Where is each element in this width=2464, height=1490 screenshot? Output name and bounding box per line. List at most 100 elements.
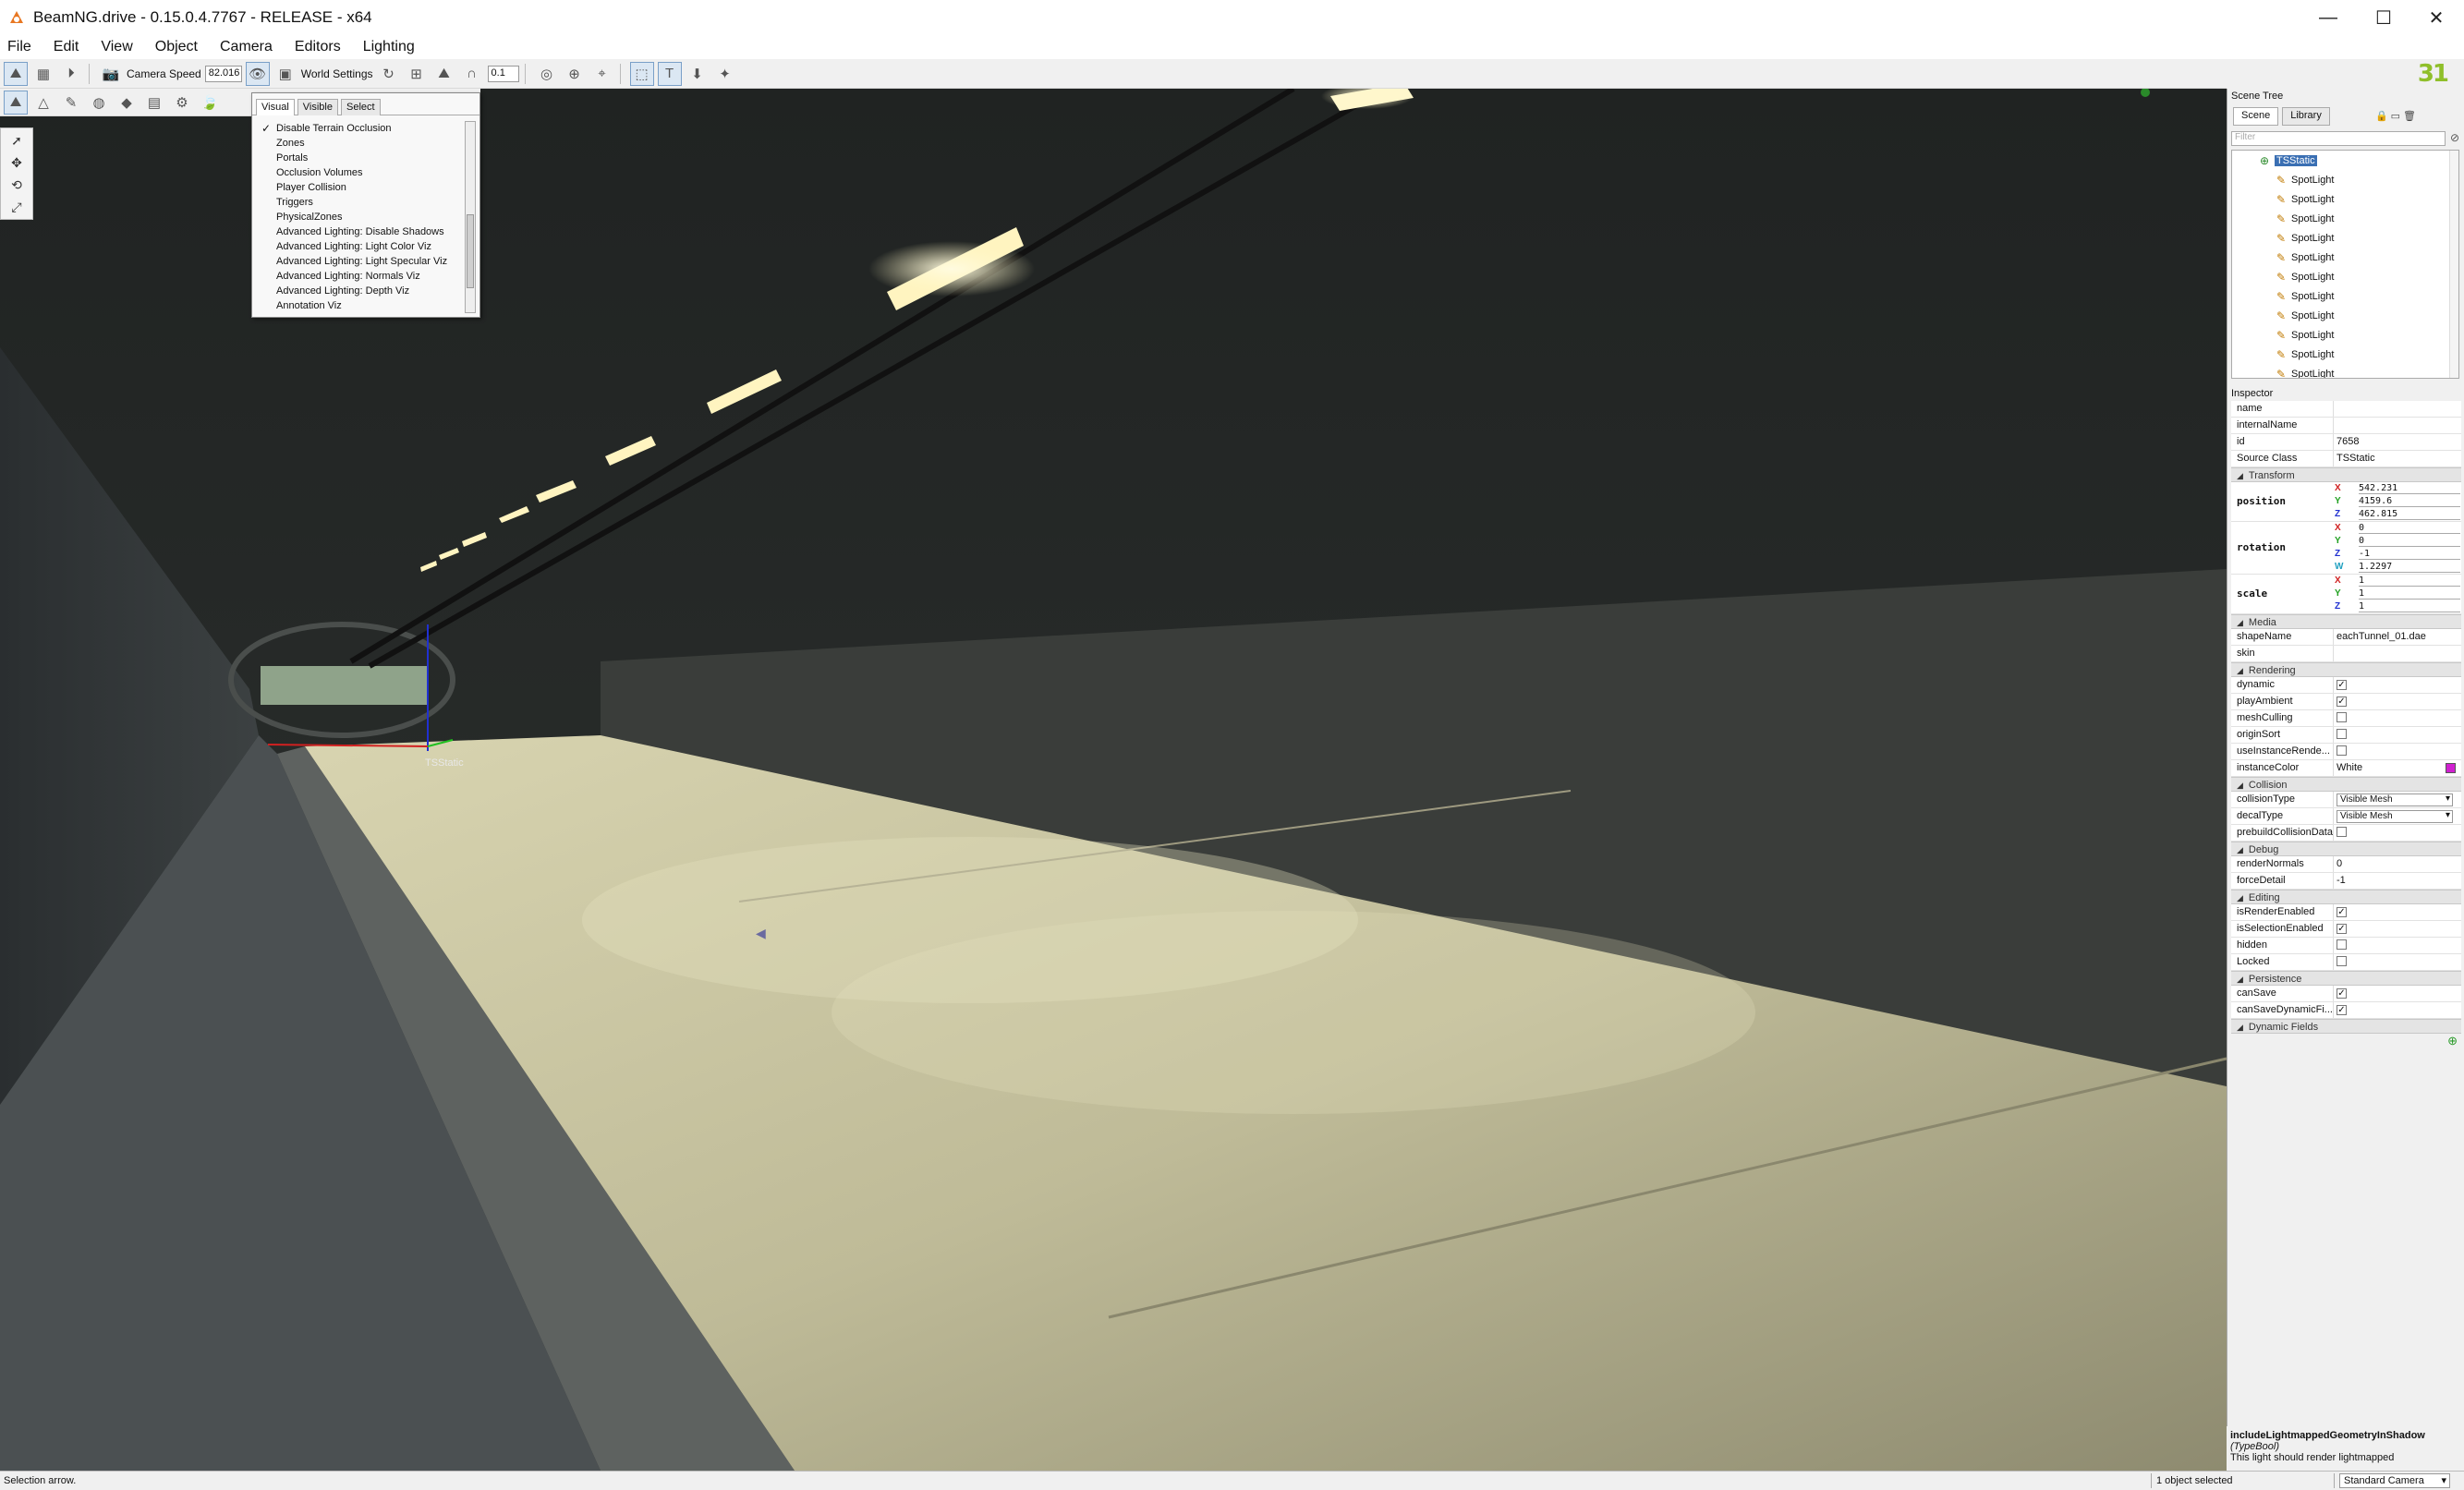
tab-scene[interactable]: Scene [2233, 107, 2279, 126]
maximize-button[interactable]: ☐ [2356, 0, 2411, 35]
visual-option[interactable]: Advanced Lighting: Light Color Viz [258, 239, 465, 254]
scale-tool-icon[interactable]: ⤢ [5, 197, 29, 217]
inspector-section-header[interactable]: ◢ Transform [2231, 467, 2461, 482]
menu-edit[interactable]: Edit [52, 37, 81, 57]
field-checkbox[interactable] [2337, 939, 2347, 950]
text-label-icon[interactable]: T [657, 61, 682, 86]
tree-node-spotlight[interactable]: ✎ SpotLight [2232, 325, 2458, 345]
field-value[interactable]: White [2337, 762, 2457, 773]
world-settings-label[interactable]: World Settings [301, 67, 373, 80]
menu-camera[interactable]: Camera [218, 37, 274, 57]
visual-option[interactable]: Player Collision [258, 180, 465, 195]
field-dropdown[interactable]: Visible Mesh [2337, 793, 2453, 806]
color-swatch[interactable] [2446, 763, 2456, 773]
visual-option[interactable]: PhysicalZones [258, 210, 465, 224]
field-checkbox[interactable] [2337, 827, 2347, 837]
vector-value-input[interactable]: 0 [2359, 536, 2460, 547]
object-center-icon[interactable]: ⊕ [563, 62, 587, 86]
camera-speed-input[interactable]: 82.016 [204, 65, 242, 82]
snap-grid-icon[interactable]: ⊞ [405, 62, 429, 86]
object-editor-icon[interactable]: ⛰ [4, 90, 28, 115]
visual-option[interactable]: Annotation Viz [258, 298, 465, 313]
material-editor-icon[interactable]: ◍ [87, 91, 111, 115]
tree-node-spotlight[interactable]: ✎ SpotLight [2232, 209, 2458, 228]
field-checkbox[interactable]: ✓ [2337, 924, 2347, 934]
rotate-tool-icon[interactable]: ⟲ [5, 175, 29, 195]
move-tool-icon[interactable]: ✥ [5, 152, 29, 173]
field-checkbox[interactable]: ✓ [2337, 697, 2347, 707]
field-checkbox[interactable]: ✓ [2337, 988, 2347, 999]
visual-option[interactable]: ✓ Disable Terrain Occlusion [258, 121, 465, 136]
menu-lighting[interactable]: Lighting [361, 37, 417, 57]
snap-size-input[interactable]: 0.1 [487, 65, 519, 82]
field-value[interactable]: 7658 [2337, 436, 2457, 447]
inspector-section-header[interactable]: ◢ Rendering [2231, 662, 2461, 677]
field-checkbox[interactable] [2337, 729, 2347, 739]
tree-node-spotlight[interactable]: ✎ SpotLight [2232, 248, 2458, 267]
terrain-painter-icon[interactable]: ✎ [59, 91, 83, 115]
snap-rotation-icon[interactable]: ↻ [377, 62, 401, 86]
tree-scrollbar[interactable] [2449, 151, 2458, 378]
visual-option[interactable]: Advanced Lighting: Depth Viz [258, 284, 465, 298]
visual-option[interactable]: Advanced Lighting: Light Specular Viz [258, 254, 465, 269]
clear-filter-icon[interactable]: ⊘ [2450, 131, 2459, 144]
visual-option[interactable]: Advanced Lighting: Normals Viz [258, 269, 465, 284]
field-checkbox[interactable]: ✓ [2337, 1005, 2347, 1015]
vector-value-input[interactable]: 4159.6 [2359, 496, 2460, 507]
snap-terrain-icon[interactable]: ⛰ [432, 62, 456, 86]
tab-visual[interactable]: Visual [256, 99, 295, 115]
datablock-editor-icon[interactable]: ▤ [142, 91, 166, 115]
field-value[interactable]: -1 [2337, 875, 2457, 886]
inspector-section-header[interactable]: ◢ Persistence [2231, 971, 2461, 986]
gui-editor-icon[interactable]: ▦ [31, 62, 55, 86]
decal-editor-icon[interactable]: ⚙ [170, 91, 194, 115]
tree-node-spotlight[interactable]: ✎ SpotLight [2232, 364, 2458, 379]
menu-file[interactable]: File [6, 37, 33, 57]
tree-node-spotlight[interactable]: ✎ SpotLight [2232, 189, 2458, 209]
field-value[interactable]: 0 [2337, 858, 2457, 869]
inspector-section-header[interactable]: ◢ Dynamic Fields [2231, 1019, 2461, 1034]
inspector-section-header[interactable]: ◢ Editing [2231, 890, 2461, 904]
magnet-icon[interactable]: ∩ [460, 62, 484, 86]
terrain-editor-icon[interactable]: △ [31, 91, 55, 115]
visual-option[interactable]: Zones [258, 136, 465, 151]
menu-view[interactable]: View [99, 37, 134, 57]
inspector-section-header[interactable]: ◢ Debug [2231, 842, 2461, 856]
tree-node-spotlight[interactable]: ✎ SpotLight [2232, 170, 2458, 189]
field-checkbox[interactable]: ✓ [2337, 680, 2347, 690]
scene-filter-input[interactable]: Filter [2231, 131, 2446, 146]
camera-mode-select[interactable]: Standard Camera [2339, 1473, 2450, 1488]
vector-value-input[interactable]: 1 [2359, 575, 2460, 587]
world-editor-icon[interactable]: ⛰ [4, 61, 28, 86]
tree-node-spotlight[interactable]: ✎ SpotLight [2232, 345, 2458, 364]
field-value[interactable]: eachTunnel_01.dae [2337, 631, 2457, 642]
play-game-icon[interactable]: ⏵ [59, 62, 83, 86]
sketch-tool-icon[interactable]: ◆ [115, 91, 139, 115]
minimize-button[interactable]: — [2300, 0, 2356, 35]
tab-visible[interactable]: Visible [297, 99, 338, 115]
tab-library[interactable]: Library [2282, 107, 2330, 126]
vector-value-input[interactable]: 0 [2359, 523, 2460, 534]
close-button[interactable]: ✕ [2409, 0, 2464, 35]
snap-to-object-icon[interactable]: ⌖ [590, 62, 614, 86]
add-dynamic-field-icon[interactable]: ⊕ [2227, 1034, 2464, 1050]
visual-option[interactable]: Occlusion Volumes [258, 165, 465, 180]
field-checkbox[interactable] [2337, 745, 2347, 756]
bounds-center-icon[interactable]: ◎ [535, 62, 559, 86]
visual-option[interactable]: Triggers [258, 195, 465, 210]
tree-node-spotlight[interactable]: ✎ SpotLight [2232, 228, 2458, 248]
tree-node-spotlight[interactable]: ✎ SpotLight [2232, 306, 2458, 325]
vector-value-input[interactable]: 1 [2359, 601, 2460, 612]
field-checkbox[interactable] [2337, 956, 2347, 966]
field-dropdown[interactable]: Visible Mesh [2337, 810, 2453, 823]
select-box-icon[interactable]: ⬚ [629, 61, 654, 86]
tree-node-spotlight[interactable]: ✎ SpotLight [2232, 286, 2458, 306]
menu-object[interactable]: Object [153, 37, 200, 57]
field-checkbox[interactable] [2337, 712, 2347, 722]
field-checkbox[interactable]: ✓ [2337, 907, 2347, 917]
tab-select[interactable]: Select [340, 99, 381, 115]
explode-objects-icon[interactable]: ✦ [713, 62, 737, 86]
vector-value-input[interactable]: -1 [2359, 549, 2460, 560]
menu-editors[interactable]: Editors [293, 37, 343, 57]
lighting-mode-icon[interactable]: ▣ [273, 62, 297, 86]
